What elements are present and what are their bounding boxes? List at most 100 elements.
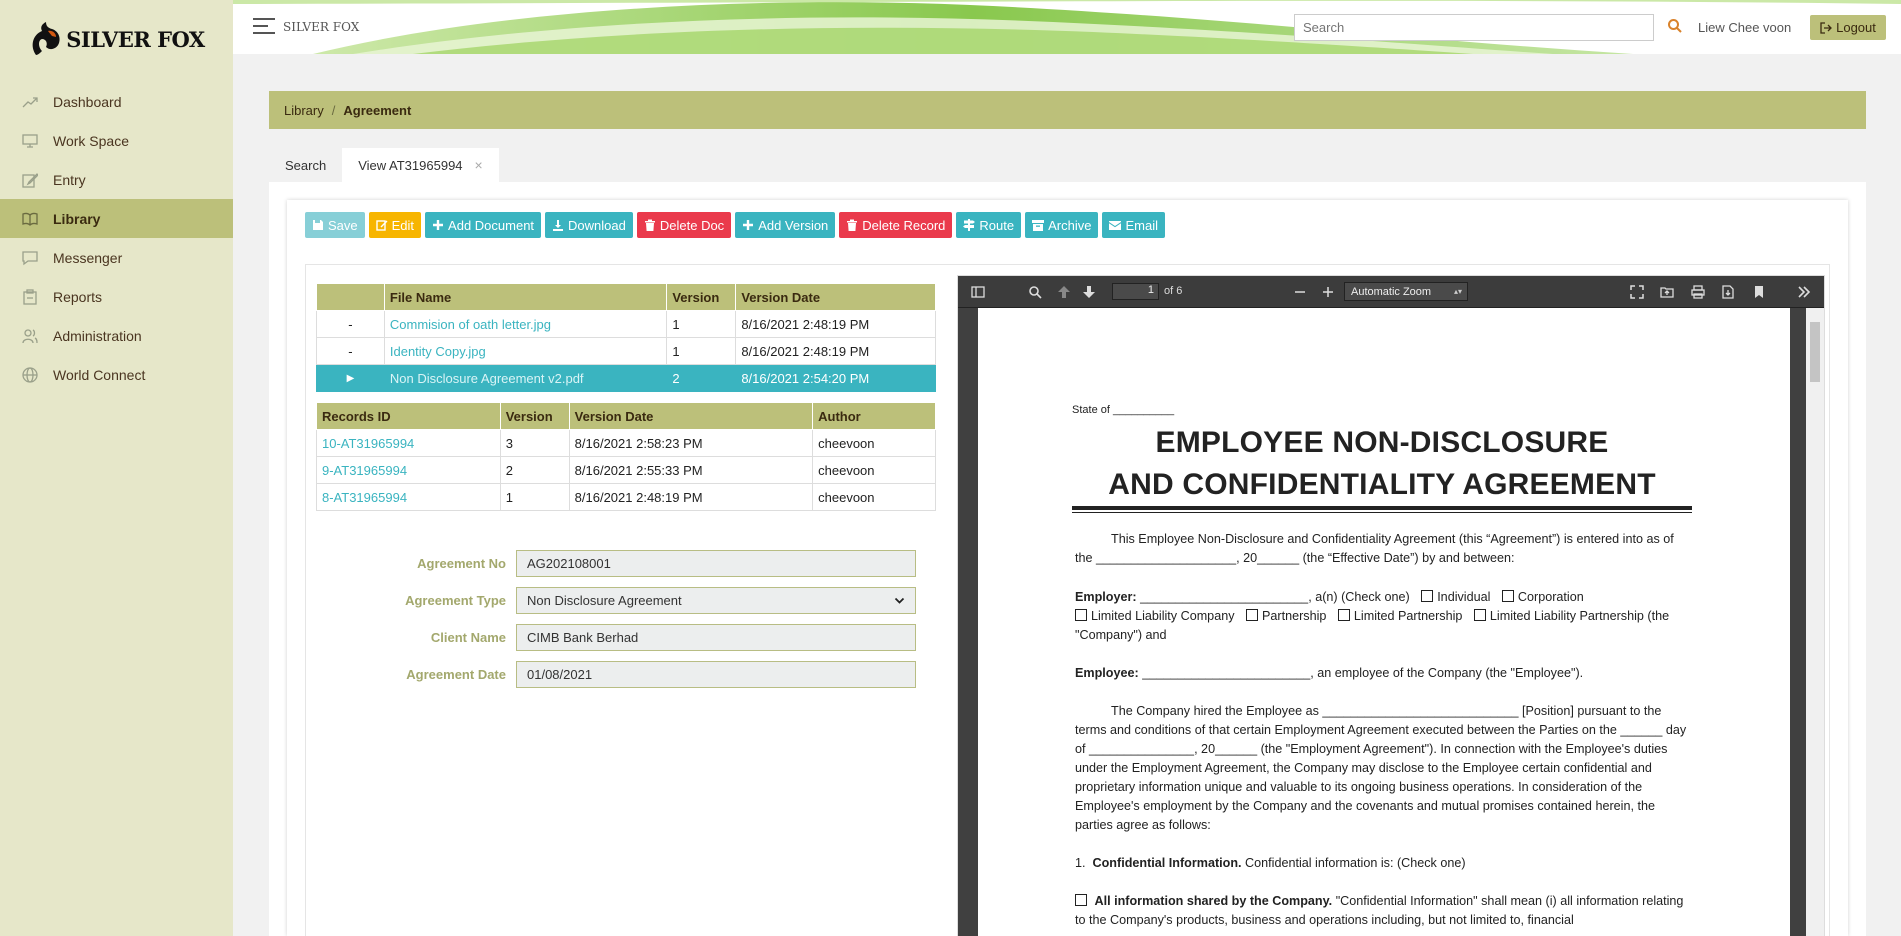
sidebar-item-world-connect[interactable]: World Connect — [0, 355, 233, 394]
archive-button[interactable]: Archive — [1025, 212, 1099, 238]
checkbox-icon — [1337, 609, 1350, 621]
column-header[interactable]: Author — [812, 402, 936, 430]
author-cell: cheevoon — [812, 429, 936, 457]
close-tab-icon[interactable]: × — [475, 157, 483, 173]
pdf-viewer: 1 of 6 Automatic Zoom ▴▾ State of ______… — [957, 275, 1825, 936]
logo[interactable]: SILVER FOX — [0, 0, 233, 78]
download-icon — [553, 220, 564, 231]
email-button[interactable]: Email — [1102, 212, 1165, 238]
logout-button[interactable]: Logout — [1810, 15, 1886, 40]
client-name-field[interactable]: CIMB Bank Berhad — [516, 624, 916, 651]
breadcrumb-library[interactable]: Library — [284, 103, 324, 118]
edit-button[interactable]: Edit — [368, 212, 422, 238]
sidebar-item-dashboard[interactable]: Dashboard — [0, 82, 233, 121]
doc-hired-paragraph: The Company hired the Employee as ______… — [1075, 704, 1687, 832]
sidebar-item-library[interactable]: Library — [0, 199, 233, 238]
scrollbar-thumb[interactable] — [1810, 322, 1820, 382]
file-link[interactable]: Identity Copy.jpg — [390, 344, 486, 359]
trash-icon — [644, 219, 655, 231]
table-row[interactable]: 9-AT31965994 2 8/16/2021 2:55:33 PM chee… — [316, 456, 936, 484]
header-brand: SILVER FOX — [283, 20, 360, 34]
checkbox-icon — [1075, 894, 1087, 906]
download-button[interactable]: Download — [545, 212, 633, 238]
doc-title: EMPLOYEE NON-DISCLOSURE AND CONFIDENTIAL… — [1108, 426, 1656, 501]
version-cell: 2 — [499, 456, 570, 484]
table-row[interactable]: - Commision of oath letter.jpg 1 8/16/20… — [316, 310, 936, 338]
sidebar-item-entry[interactable]: Entry — [0, 160, 233, 199]
zoom-out-icon[interactable] — [1293, 285, 1307, 299]
sidebar-toggle-icon[interactable] — [971, 285, 985, 299]
agreement-no-field[interactable]: AG202108001 — [516, 550, 916, 577]
zoom-select[interactable]: Automatic Zoom ▴▾ — [1344, 282, 1468, 301]
record-link[interactable]: 8-AT31965994 — [322, 490, 407, 505]
table-row[interactable]: 8-AT31965994 1 8/16/2021 2:48:19 PM chee… — [316, 483, 936, 511]
checkbox-icon — [1473, 609, 1486, 621]
agreement-type-select[interactable]: Non Disclosure Agreement — [516, 587, 916, 614]
file-link[interactable]: Non Disclosure Agreement v2.pdf — [390, 371, 584, 386]
date-cell: 8/16/2021 2:48:19 PM — [568, 483, 814, 511]
next-page-icon[interactable] — [1082, 285, 1096, 299]
chevron-down-icon — [894, 597, 905, 604]
select-arrows-icon: ▴▾ — [1453, 287, 1462, 296]
doc-employer-paragraph: Employer: ________________________, a(n)… — [1075, 590, 1670, 642]
date-cell: 8/16/2021 2:58:23 PM — [568, 429, 814, 457]
column-header[interactable]: Version — [499, 402, 570, 430]
file-link[interactable]: Commision of oath letter.jpg — [390, 317, 551, 332]
open-file-icon[interactable] — [1660, 285, 1674, 299]
logo-text: SILVER FOX — [66, 26, 205, 52]
page-number-input[interactable]: 1 — [1112, 283, 1159, 300]
search-icon[interactable] — [1667, 18, 1683, 34]
search-input[interactable] — [1294, 14, 1654, 41]
delete-doc-button[interactable]: Delete Doc — [636, 212, 732, 238]
save-download-icon[interactable] — [1721, 285, 1735, 299]
column-header[interactable]: File Name — [383, 283, 668, 311]
pdf-page: State of __________ EMPLOYEE NON-DISCLOS… — [978, 308, 1790, 936]
print-icon[interactable] — [1691, 285, 1705, 299]
add-document-button[interactable]: Add Document — [425, 212, 542, 238]
users-icon — [22, 328, 38, 344]
route-button[interactable]: Route — [956, 212, 1022, 238]
doc-title-rule — [1072, 506, 1692, 510]
save-button[interactable]: Save — [305, 212, 365, 238]
sidebar-item-messenger[interactable]: Messenger — [0, 238, 233, 277]
table-row[interactable]: - Identity Copy.jpg 1 8/16/2021 2:48:19 … — [316, 337, 936, 365]
sidebar-item-label: World Connect — [53, 366, 146, 383]
column-header[interactable]: Version — [666, 283, 737, 311]
table-row-selected[interactable]: ▶ Non Disclosure Agreement v2.pdf 2 8/16… — [316, 364, 936, 392]
sidebar-item-workspace[interactable]: Work Space — [0, 121, 233, 160]
agreement-date-field[interactable]: 01/08/2021 — [516, 661, 916, 688]
sidebar-item-administration[interactable]: Administration — [0, 316, 233, 355]
zoom-in-icon[interactable] — [1321, 285, 1335, 299]
column-header[interactable]: Records ID — [316, 402, 501, 430]
fox-logo-icon — [32, 22, 60, 55]
top-header: SILVER FOX Liew Chee voon Logout — [233, 0, 1901, 54]
column-header[interactable]: Version Date — [735, 283, 936, 311]
record-link[interactable]: 10-AT31965994 — [322, 436, 414, 451]
tab-view-record[interactable]: View AT31965994 × — [342, 148, 499, 182]
checkbox-icon — [1501, 590, 1514, 602]
previous-page-icon[interactable] — [1057, 285, 1071, 299]
trash-icon — [847, 219, 858, 231]
date-cell: 8/16/2021 2:48:19 PM — [735, 337, 936, 365]
table-row[interactable]: 10-AT31965994 3 8/16/2021 2:58:23 PM che… — [316, 429, 936, 457]
user-name[interactable]: Liew Chee voon — [1698, 20, 1791, 35]
bookmark-icon[interactable] — [1752, 285, 1766, 299]
row-marker: - — [316, 337, 385, 365]
tools-chevron-icon[interactable] — [1797, 285, 1811, 299]
tab-search[interactable]: Search — [269, 148, 342, 182]
record-link[interactable]: 9-AT31965994 — [322, 463, 407, 478]
find-icon[interactable] — [1028, 285, 1042, 299]
menu-toggle-icon[interactable] — [253, 18, 275, 34]
save-icon — [313, 220, 323, 230]
sidebar-item-label: Administration — [53, 327, 142, 344]
version-cell: 1 — [499, 483, 570, 511]
sidebar-item-label: Reports — [53, 288, 103, 305]
edit-icon — [375, 220, 388, 231]
doc-section-1: 1. Confidential Information. Confidentia… — [1075, 856, 1466, 870]
column-header[interactable]: Version Date — [568, 402, 814, 430]
pdf-scrollbar[interactable] — [1806, 308, 1824, 936]
sidebar-item-reports[interactable]: Reports — [0, 277, 233, 316]
add-version-button[interactable]: Add Version — [735, 212, 836, 238]
delete-record-button[interactable]: Delete Record — [839, 212, 953, 238]
fullscreen-icon[interactable] — [1630, 285, 1644, 299]
